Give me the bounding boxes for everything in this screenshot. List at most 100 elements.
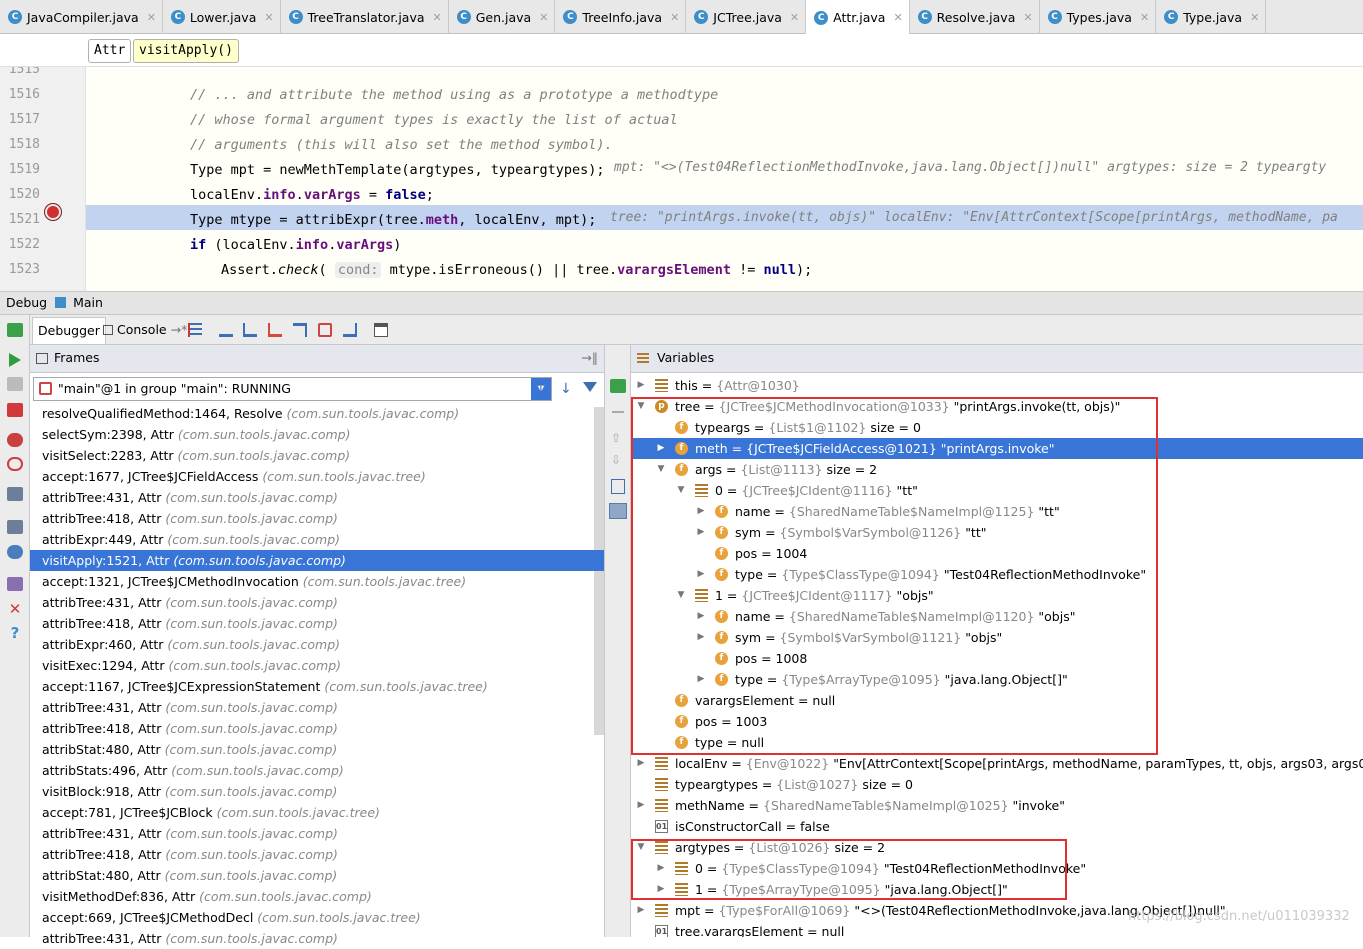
expand-right-icon[interactable]: ▶ [635,795,647,816]
breadcrumb-method[interactable]: visitApply() [133,39,239,63]
code-line[interactable]: localEnv.info.varArgs = false; [190,187,434,203]
settings-icon[interactable] [7,545,23,559]
variable-row[interactable]: f pos = 1003 [631,711,1363,732]
variable-row[interactable]: 01 isConstructorCall = false [631,816,1363,837]
variable-row[interactable]: ▶ f meth = {JCTree$JCFieldAccess@1021} "pr… [631,438,1363,459]
tab-lower[interactable]: C Lower.java ✕ [163,0,281,34]
pause-icon[interactable] [7,377,23,391]
breakpoint-icon[interactable] [45,204,61,220]
variable-row[interactable]: ▶ f sym = {Symbol$VarSymbol@1121} "objs" [631,627,1363,648]
tab-jctree[interactable]: C JCTree.java ✕ [686,0,807,34]
step-out-icon[interactable] [293,323,307,337]
stack-frame-row[interactable]: attribStats:496, Attr (com.sun.tools.jav… [30,760,604,781]
close-icon[interactable]: ✕ [264,11,273,24]
variable-row[interactable]: typeargtypes = {List@1027} size = 0 [631,774,1363,795]
step-into-icon[interactable] [243,323,257,337]
variable-row[interactable]: f typeargs = {List$1@1102} size = 0 [631,417,1363,438]
close-icon[interactable]: ✕ [147,11,156,24]
variable-row[interactable]: ▶ this = {Attr@1030} [631,375,1363,396]
tab-treeinfo[interactable]: C TreeInfo.java ✕ [555,0,687,34]
close-icon[interactable]: ✕ [539,11,548,24]
expand-right-icon[interactable]: ▶ [655,438,667,459]
stack-frame-row[interactable]: visitExec:1294, Attr (com.sun.tools.java… [30,655,604,676]
filter-icon[interactable] [583,382,597,392]
variable-row[interactable]: ▶ f name = {SharedNameTable$NameImpl@1125}… [631,501,1363,522]
stack-frame-row[interactable]: attribStat:480, Attr (com.sun.tools.java… [30,739,604,760]
expand-down-icon[interactable]: ▼ [655,459,667,480]
drop-frame-icon[interactable] [318,323,332,337]
stack-frame-row[interactable]: attribExpr:460, Attr (com.sun.tools.java… [30,634,604,655]
expand-down-icon[interactable]: ▼ [675,585,687,606]
variable-row[interactable]: f pos = 1004 [631,543,1363,564]
tab-debugger[interactable]: Debugger [32,317,106,344]
stack-frame-row[interactable]: attribTree:418, Attr (com.sun.tools.java… [30,613,604,634]
stack-frame-row[interactable]: visitSelect:2283, Attr (com.sun.tools.ja… [30,445,604,466]
close-icon[interactable]: ✕ [1250,11,1259,24]
tab-types[interactable]: C Types.java ✕ [1040,0,1157,34]
copy-icon[interactable] [611,479,625,494]
close-icon[interactable]: ✕ [1140,11,1149,24]
view-breakpoints-icon[interactable] [7,433,23,447]
variable-row[interactable]: ▶ f sym = {Symbol$VarSymbol@1126} "tt" [631,522,1363,543]
variable-row[interactable]: ▶ methName = {SharedNameTable$NameImpl@10… [631,795,1363,816]
expand-right-icon[interactable]: ▶ [695,606,707,627]
tab-resolve[interactable]: C Resolve.java ✕ [910,0,1040,34]
code-line[interactable]: // ... and attribute the method using as… [190,87,718,103]
step-over-icon[interactable] [219,323,233,337]
variable-row[interactable]: ▶ f type = {Type$ClassType@1094} "Test04Re… [631,564,1363,585]
expand-right-icon[interactable]: ▶ [695,669,707,690]
run-config-name[interactable]: Main [73,295,103,310]
expand-right-icon[interactable]: ▶ [695,564,707,585]
stack-frame-row[interactable]: attribTree:431, Attr (com.sun.tools.java… [30,592,604,613]
expand-right-icon[interactable]: ▶ [635,900,647,921]
help-icon[interactable]: ? [7,626,23,641]
expand-right-icon[interactable]: ▶ [655,879,667,900]
variable-row[interactable]: ▼ 1 = {JCTree$JCIdent@1117} "objs" [631,585,1363,606]
tab-javacompiler[interactable]: C JavaCompiler.java ✕ [0,0,163,34]
rerun-icon[interactable] [7,323,23,337]
move-down-icon[interactable]: ⇩ [611,453,621,467]
expand-right-icon[interactable]: ▶ [695,522,707,543]
expand-right-icon[interactable]: ▶ [635,375,647,396]
variable-row[interactable]: f varargsElement = null [631,690,1363,711]
frame-up-icon[interactable]: ↑ [535,381,547,397]
stack-frame-row[interactable]: accept:669, JCTree$JCMethodDecl (com.sun… [30,907,604,928]
variable-row[interactable]: f pos = 1008 [631,648,1363,669]
code-line[interactable]: // arguments (this will also set the met… [190,137,613,153]
close-icon[interactable]: ✕ [790,11,799,24]
stack-frame-row[interactable]: accept:1321, JCTree$JCMethodInvocation (… [30,571,604,592]
variable-row[interactable]: ▼ 0 = {JCTree$JCIdent@1116} "tt" [631,480,1363,501]
pin-icon[interactable] [7,577,23,591]
expand-down-icon[interactable]: ▼ [635,396,647,417]
stack-frame-row[interactable]: attribTree:418, Attr (com.sun.tools.java… [30,844,604,865]
variable-row[interactable]: ▶ f name = {SharedNameTable$NameImpl@1120}… [631,606,1363,627]
stack-frame-row[interactable]: accept:1167, JCTree$JCExpressionStatemen… [30,676,604,697]
close-icon[interactable]: ✕ [670,11,679,24]
camera-icon[interactable] [7,487,23,501]
stack-frame-row[interactable]: selectSym:2398, Attr (com.sun.tools.java… [30,424,604,445]
stack-frame-row[interactable]: attribTree:418, Attr (com.sun.tools.java… [30,718,604,739]
variable-row[interactable]: ▶ localEnv = {Env@1022} "Env[AttrContext[… [631,753,1363,774]
variable-row[interactable]: ▼ f args = {List@1113} size = 2 [631,459,1363,480]
stack-frame-row[interactable]: attribTree:431, Attr (com.sun.tools.java… [30,823,604,844]
variable-row[interactable]: ▼ argtypes = {List@1026} size = 2 [631,837,1363,858]
tab-attr[interactable]: C Attr.java ✕ [806,0,910,35]
close-icon[interactable]: ✕ [1023,11,1032,24]
mute-breakpoints-icon[interactable] [7,457,23,471]
variable-row[interactable]: f type = null [631,732,1363,753]
resume-icon[interactable] [9,353,21,367]
expand-down-icon[interactable]: ▼ [635,837,647,858]
stack-frame-row[interactable]: visitMethodDef:836, Attr (com.sun.tools.… [30,886,604,907]
evaluate-expression-icon[interactable] [374,323,388,337]
stack-frame-row[interactable]: visitBlock:918, Attr (com.sun.tools.java… [30,781,604,802]
code-line[interactable]: Type mtype = attribExpr(tree.meth, local… [190,212,596,228]
stack-frame-row[interactable]: attribTree:431, Attr (com.sun.tools.java… [30,697,604,718]
stack-frame-row[interactable]: accept:781, JCTree$JCBlock (com.sun.tool… [30,802,604,823]
stack-frame-row[interactable]: resolveQualifiedMethod:1464, Resolve (co… [30,403,604,424]
variable-row[interactable]: ▶ f type = {Type$ArrayType@1095} "java.lan… [631,669,1363,690]
stack-frame-row[interactable]: attribTree:431, Attr (com.sun.tools.java… [30,928,604,949]
variable-row[interactable]: ▶ 1 = {Type$ArrayType@1095} "java.lang.Ob… [631,879,1363,900]
thread-selector[interactable]: "main"@1 in group "main": RUNNING ▼ [33,377,552,401]
code-line[interactable]: Type mpt = newMethTemplate(argtypes, typ… [190,162,605,178]
layout-icon[interactable] [7,520,23,534]
